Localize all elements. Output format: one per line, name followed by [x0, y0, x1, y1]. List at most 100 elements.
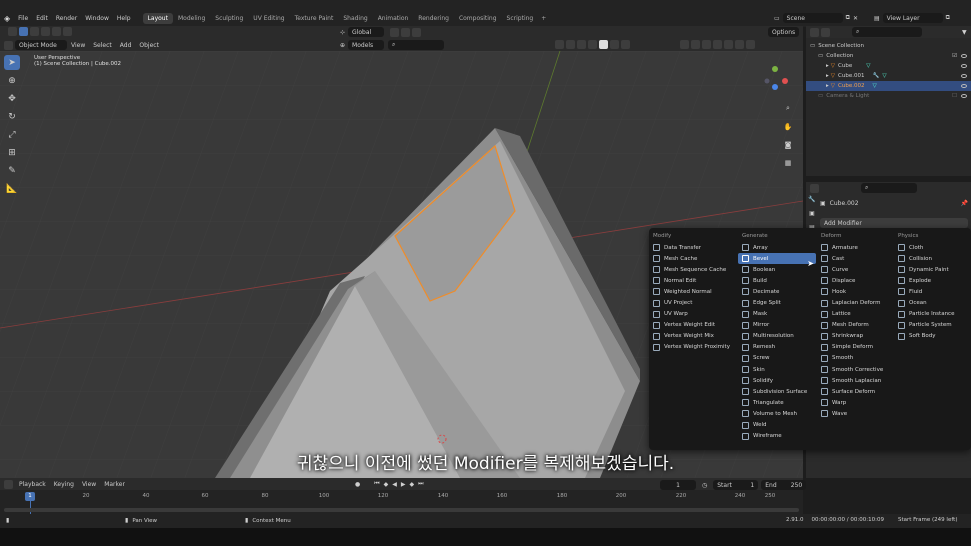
menu-item-mesh-cache[interactable]: Mesh Cache [649, 253, 737, 264]
snap-icon[interactable] [401, 27, 411, 37]
menu-item-volume-to-mesh[interactable]: Volume to Mesh [738, 408, 816, 419]
menu-item-mask[interactable]: Mask [738, 309, 816, 320]
menu-item-ocean[interactable]: Ocean [894, 297, 970, 308]
tab-uv-editing[interactable]: UV Editing [248, 13, 289, 24]
outliner-search-input[interactable]: ⌕ [852, 27, 922, 37]
models-dropdown[interactable]: Models [348, 40, 385, 50]
expand-icon[interactable]: ▸ [826, 73, 829, 79]
menu-edit[interactable]: Edit [32, 15, 52, 22]
new-scene-icon[interactable]: ⧉ [846, 14, 850, 22]
menu-item-vertex-weight-proximity[interactable]: Vertex Weight Proximity [649, 342, 737, 353]
empty-filter-icon[interactable] [724, 40, 733, 49]
menu-item-laplacian-deform[interactable]: Laplacian Deform [817, 297, 895, 308]
mode-dropdown[interactable]: Object Mode [15, 40, 67, 50]
menu-item-triangulate[interactable]: Triangulate [738, 397, 816, 408]
menu-item-subdivision-surface[interactable]: Subdivision Surface [738, 386, 816, 397]
outliner-row[interactable]: ▸ ▽ Cube.001 🔧 ▽ [806, 71, 971, 81]
blender-logo-icon[interactable]: ◈ [4, 14, 10, 23]
editor-type-icon[interactable] [8, 27, 17, 36]
annotate-tool-icon[interactable]: ✎ [4, 163, 20, 178]
menu-object[interactable]: Object [135, 42, 163, 49]
menu-item-soft-body[interactable]: Soft Body [894, 331, 970, 342]
menu-window[interactable]: Window [81, 15, 113, 22]
menu-item-multiresolution[interactable]: Multiresolution [738, 331, 816, 342]
menu-item-data-transfer[interactable]: Data Transfer [649, 242, 737, 253]
start-frame-field[interactable]: Start 1 [713, 480, 759, 490]
menu-item-uv-project[interactable]: UV Project [649, 297, 737, 308]
menu-item-explode[interactable]: Explode [894, 275, 970, 286]
pin-icon[interactable]: 📌 [961, 200, 968, 207]
menu-item-particle-system[interactable]: Particle System [894, 320, 970, 331]
outliner-row[interactable]: ▸ ▽ Cube ▽ [806, 61, 971, 71]
menu-item-wave[interactable]: Wave [817, 408, 895, 419]
prev-keyframe-icon[interactable]: ◆ [384, 481, 389, 488]
menu-marker[interactable]: Marker [100, 481, 129, 488]
display-mode-icon[interactable] [821, 27, 830, 37]
select-tool-icon[interactable]: ➤ [4, 55, 20, 70]
select-mode-new-icon[interactable] [30, 27, 39, 36]
render-tab-icon[interactable]: ▣ [806, 210, 818, 224]
tab-layout[interactable]: Layout [142, 13, 173, 24]
ortho-toggle-icon[interactable]: ▦ [780, 155, 796, 170]
menu-item-normal-edit[interactable]: Normal Edit [649, 275, 737, 286]
menu-item-simple-deform[interactable]: Simple Deform [817, 342, 895, 353]
menu-item-cast[interactable]: Cast [817, 253, 895, 264]
menu-item-screw[interactable]: Screw [738, 353, 816, 364]
tab-sculpting[interactable]: Sculpting [210, 13, 248, 24]
menu-render[interactable]: Render [52, 15, 81, 22]
end-frame-field[interactable]: End 250 [761, 480, 807, 490]
tab-animation[interactable]: Animation [373, 13, 414, 24]
camera-filter-icon[interactable] [691, 40, 700, 49]
eye-icon[interactable] [961, 94, 967, 98]
menu-keying[interactable]: Keying [50, 481, 78, 488]
eye-icon[interactable] [961, 74, 967, 78]
menu-item-mirror[interactable]: Mirror [738, 320, 816, 331]
add-workspace-icon[interactable]: + [541, 15, 546, 22]
xray-icon[interactable] [588, 40, 597, 49]
select-box-icon[interactable] [19, 27, 28, 36]
tab-rendering[interactable]: Rendering [413, 13, 454, 24]
clock-icon[interactable]: ◷ [702, 482, 707, 489]
view-layer-field[interactable]: View Layer [882, 13, 943, 23]
solid-shading-icon[interactable] [599, 40, 608, 49]
menu-timeline-view[interactable]: View [78, 481, 100, 488]
menu-item-weld[interactable]: Weld [738, 420, 816, 431]
mesh-filter-icon[interactable] [746, 40, 755, 49]
menu-item-collision[interactable]: Collision [894, 253, 970, 264]
menu-item-uv-warp[interactable]: UV Warp [649, 309, 737, 320]
menu-item-armature[interactable]: Armature [817, 242, 895, 253]
eye-icon[interactable] [961, 84, 967, 88]
orientation-dropdown[interactable]: Global [348, 27, 385, 37]
menu-item-cloth[interactable]: Cloth [894, 242, 970, 253]
menu-file[interactable]: File [14, 15, 32, 22]
menu-add[interactable]: Add [116, 42, 136, 49]
tab-texture-paint[interactable]: Texture Paint [290, 13, 339, 24]
menu-item-hook[interactable]: Hook [817, 286, 895, 297]
proportional-edit-icon[interactable] [412, 27, 422, 37]
jump-start-icon[interactable]: ⏮ [374, 480, 379, 488]
menu-item-lattice[interactable]: Lattice [817, 309, 895, 320]
menu-item-skin[interactable]: Skin [738, 364, 816, 375]
filter-icon[interactable] [680, 40, 689, 49]
record-icon[interactable]: ● [355, 481, 360, 488]
current-frame-field[interactable]: 1 [660, 480, 696, 490]
timeline-editor-icon[interactable] [4, 480, 13, 489]
tab-scripting[interactable]: Scripting [502, 13, 539, 24]
expand-icon[interactable]: ▸ [826, 83, 829, 89]
jump-end-icon[interactable]: ⏭ [418, 480, 423, 488]
menu-item-weighted-normal[interactable]: Weighted Normal [649, 286, 737, 297]
expand-icon[interactable]: ▸ [826, 63, 829, 69]
outliner-row[interactable]: ▭ Camera & Light ☐ [806, 91, 971, 101]
menu-item-mesh-sequence-cache[interactable]: Mesh Sequence Cache [649, 264, 737, 275]
filter-icon[interactable]: ▼ [962, 29, 967, 36]
menu-item-smooth[interactable]: Smooth [817, 353, 895, 364]
menu-item-vertex-weight-mix[interactable]: Vertex Weight Mix [649, 331, 737, 342]
delete-scene-icon[interactable]: ✕ [853, 15, 858, 22]
select-mode-subtract-icon[interactable] [52, 27, 61, 36]
pan-hand-icon[interactable]: ✋ [780, 119, 796, 134]
menu-playback[interactable]: Playback [15, 481, 50, 488]
menu-view[interactable]: View [67, 42, 89, 49]
tab-shading[interactable]: Shading [338, 13, 372, 24]
menu-item-solidify[interactable]: Solidify [738, 375, 816, 386]
menu-item-dynamic-paint[interactable]: Dynamic Paint [894, 264, 970, 275]
